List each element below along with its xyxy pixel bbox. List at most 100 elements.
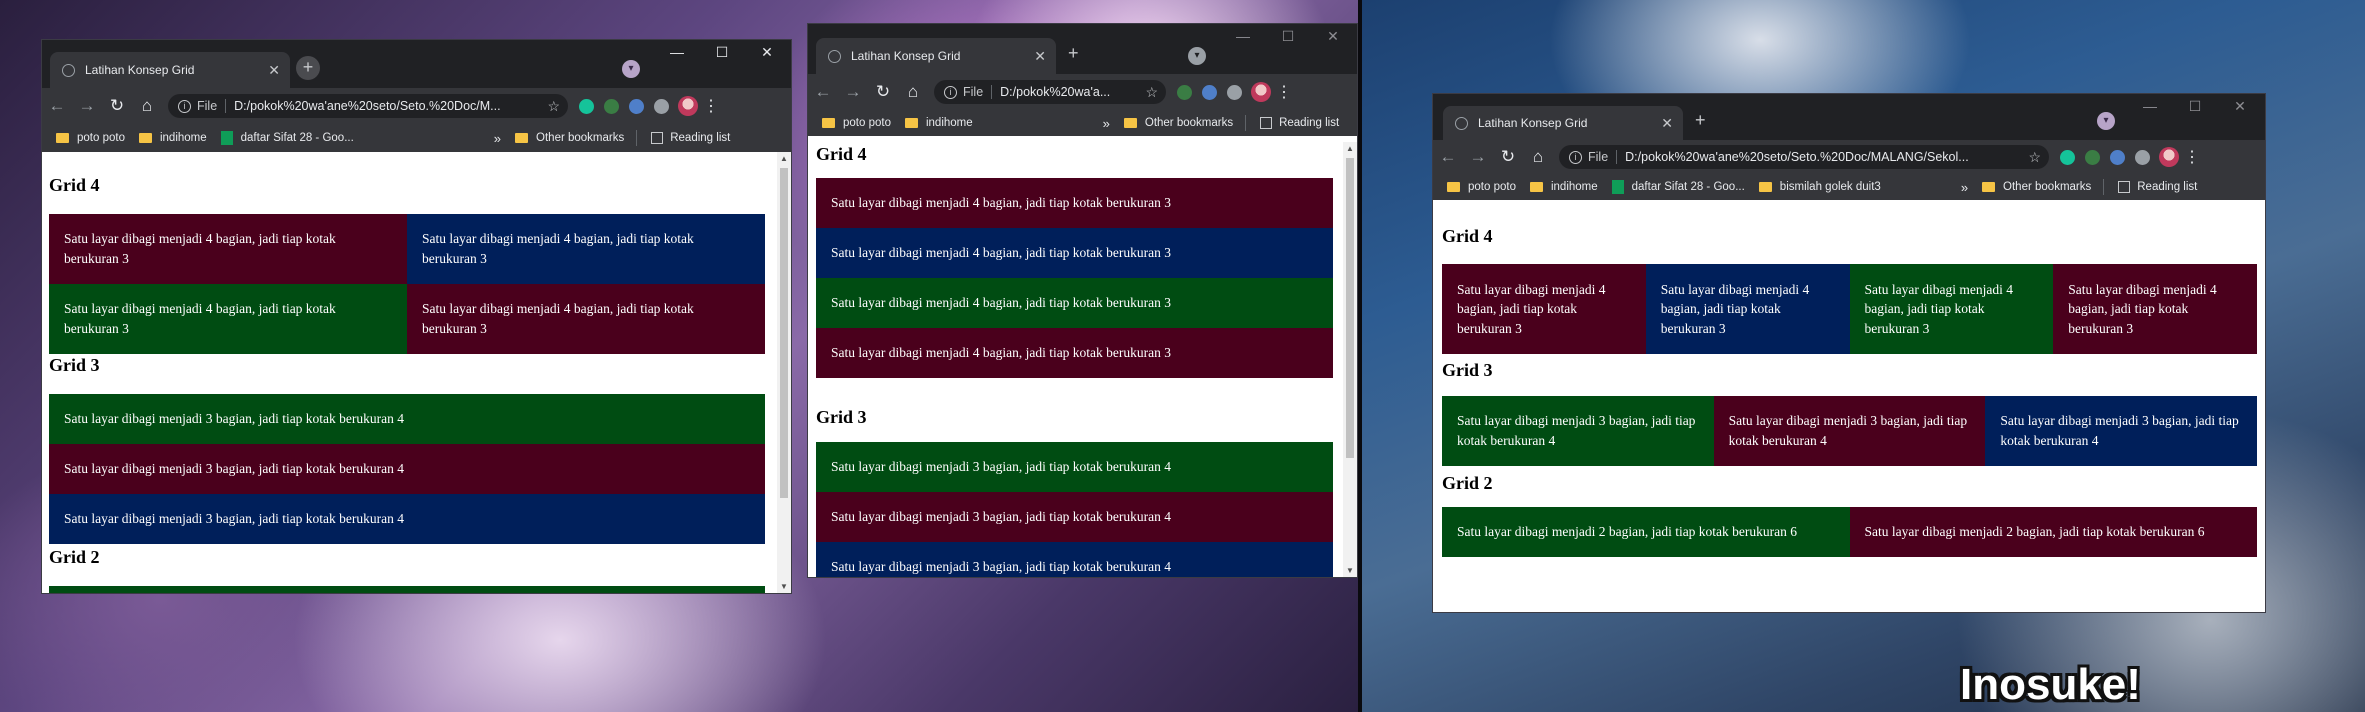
scroll-up-arrow-icon[interactable]: ▲ xyxy=(777,154,791,163)
puzzle-extensions-icon[interactable] xyxy=(654,98,669,114)
back-arrow-icon[interactable]: ← xyxy=(1433,147,1463,167)
maximize-button[interactable]: ☐ xyxy=(1273,28,1303,45)
title-bar[interactable]: Latihan Konsep Grid ✕ + ▾ — ☐ ✕ xyxy=(808,24,1357,74)
reload-icon[interactable]: ↻ xyxy=(1493,147,1523,167)
vertical-scrollbar[interactable]: ▲ ▼ xyxy=(1343,142,1357,577)
bookmark-poto-poto[interactable]: poto poto xyxy=(56,132,125,144)
tab-search-icon[interactable]: ▾ xyxy=(622,60,640,78)
scrollbar-thumb[interactable] xyxy=(780,168,788,498)
profile-avatar[interactable] xyxy=(678,96,698,116)
bookmark-star-icon[interactable]: ☆ xyxy=(547,98,560,115)
extension-icon[interactable] xyxy=(1177,84,1192,100)
new-tab-button[interactable]: + xyxy=(1695,110,1706,131)
sheets-icon xyxy=(220,131,233,145)
bookmark-poto-poto[interactable]: poto poto xyxy=(1447,181,1516,193)
close-tab-icon[interactable]: ✕ xyxy=(268,62,280,79)
bookmark-star-icon[interactable]: ☆ xyxy=(1145,84,1158,101)
title-bar[interactable]: Latihan Konsep Grid ✕ + ▾ — ☐ ✕ xyxy=(1433,94,2265,140)
bookmark-bismilah[interactable]: bismilah golek duit3 xyxy=(1758,181,1881,193)
minimize-button[interactable]: — xyxy=(1228,28,1258,44)
scroll-down-arrow-icon[interactable]: ▼ xyxy=(1343,566,1357,575)
close-window-button[interactable]: ✕ xyxy=(1318,28,1348,45)
forward-arrow-icon[interactable]: → xyxy=(838,82,868,102)
scroll-down-arrow-icon[interactable]: ▼ xyxy=(777,582,791,591)
reading-list[interactable]: Reading list xyxy=(1260,117,1339,129)
more-bookmarks-chevron-icon[interactable]: » xyxy=(1961,180,1968,195)
extension-icon[interactable] xyxy=(2110,149,2125,165)
new-tab-button[interactable]: + xyxy=(296,56,320,80)
forward-arrow-icon[interactable]: → xyxy=(72,96,102,116)
extension-icon[interactable] xyxy=(2085,149,2100,165)
back-arrow-icon[interactable]: ← xyxy=(42,96,72,116)
close-window-button[interactable]: ✕ xyxy=(752,44,782,61)
home-icon[interactable]: ⌂ xyxy=(1523,147,1553,167)
title-bar[interactable]: Latihan Konsep Grid ✕ + ▾ — ☐ ✕ xyxy=(42,40,791,88)
tab-active[interactable]: Latihan Konsep Grid ✕ xyxy=(50,52,290,88)
forward-arrow-icon[interactable]: → xyxy=(1463,147,1493,167)
reload-icon[interactable]: ↻ xyxy=(102,96,132,116)
folder-icon xyxy=(1529,182,1543,192)
bookmark-daftar-sifat[interactable]: daftar Sifat 28 - Goo... xyxy=(220,131,354,145)
more-bookmarks-chevron-icon[interactable]: » xyxy=(1103,116,1110,131)
extension-icon[interactable] xyxy=(629,98,644,114)
info-icon[interactable]: i xyxy=(1569,150,1582,164)
back-arrow-icon[interactable]: ← xyxy=(808,82,838,102)
info-icon[interactable]: i xyxy=(944,85,957,99)
scroll-up-arrow-icon[interactable]: ▲ xyxy=(1343,144,1357,153)
grid-item: Satu layar dibagi menjadi 4 bagian, jadi… xyxy=(49,214,407,284)
bookmark-other[interactable]: Other bookmarks xyxy=(515,132,624,144)
bookmark-other[interactable]: Other bookmarks xyxy=(1982,181,2091,193)
bookmark-poto-poto[interactable]: poto poto xyxy=(822,117,891,129)
puzzle-extensions-icon[interactable] xyxy=(2135,149,2150,165)
grid-item: Satu layar dibagi menjadi 4 bagian, jadi… xyxy=(816,228,1333,278)
menu-kebab-icon[interactable]: ⋮ xyxy=(1275,82,1293,102)
extension-icon[interactable] xyxy=(1202,84,1217,100)
reading-list[interactable]: Reading list xyxy=(2118,181,2197,193)
tab-active[interactable]: Latihan Konsep Grid ✕ xyxy=(1443,106,1683,140)
new-tab-button[interactable]: + xyxy=(1068,43,1079,64)
folder-icon xyxy=(1758,182,1772,192)
grid-item: Satu layar dibagi menjadi 4 bagian, jadi… xyxy=(407,214,765,284)
profile-avatar[interactable] xyxy=(2159,147,2179,167)
close-tab-icon[interactable]: ✕ xyxy=(1034,48,1046,65)
page-viewport: Grid 4 Satu layar dibagi menjadi 4 bagia… xyxy=(808,142,1357,577)
bookmark-other[interactable]: Other bookmarks xyxy=(1123,117,1233,129)
tab-search-icon[interactable]: ▾ xyxy=(1188,47,1206,65)
info-icon[interactable]: i xyxy=(178,99,191,113)
bookmark-daftar-sifat[interactable]: daftar Sifat 28 - Goo... xyxy=(1611,180,1745,194)
close-window-button[interactable]: ✕ xyxy=(2225,98,2255,115)
minimize-button[interactable]: — xyxy=(662,44,692,60)
grid-item: Satu layar dibagi menjadi 3 bagian, jadi… xyxy=(49,444,765,494)
heading-grid-4: Grid 4 xyxy=(816,144,867,164)
bookmark-indihome[interactable]: indihome xyxy=(1529,181,1598,193)
tab-title: Latihan Konsep Grid xyxy=(85,63,195,77)
maximize-button[interactable]: ☐ xyxy=(2180,98,2210,115)
menu-kebab-icon[interactable]: ⋮ xyxy=(2183,147,2201,167)
globe-icon xyxy=(828,49,841,63)
bookmark-indihome[interactable]: indihome xyxy=(138,132,207,144)
minimize-button[interactable]: — xyxy=(2135,98,2165,114)
menu-kebab-icon[interactable]: ⋮ xyxy=(702,96,720,116)
tab-search-icon[interactable]: ▾ xyxy=(2097,112,2115,130)
grammarly-extension-icon[interactable] xyxy=(579,98,594,114)
home-icon[interactable]: ⌂ xyxy=(898,82,928,102)
grammarly-extension-icon[interactable] xyxy=(2060,149,2075,165)
vertical-scrollbar[interactable]: ▲ ▼ xyxy=(777,152,791,593)
reading-list[interactable]: Reading list xyxy=(651,132,730,144)
profile-avatar[interactable] xyxy=(1251,82,1271,102)
bookmark-indihome[interactable]: indihome xyxy=(904,117,973,129)
extension-icon[interactable] xyxy=(604,98,619,114)
address-bar[interactable]: i File D:/pokok%20wa'ane%20seto/Seto.%20… xyxy=(168,94,568,118)
close-tab-icon[interactable]: ✕ xyxy=(1661,115,1673,132)
home-icon[interactable]: ⌂ xyxy=(132,96,162,116)
maximize-button[interactable]: ☐ xyxy=(707,44,737,61)
reload-icon[interactable]: ↻ xyxy=(868,82,898,102)
page-viewport: Grid 4 Satu layar dibagi menjadi 4 bagia… xyxy=(1433,208,2265,612)
address-bar[interactable]: i File D:/pokok%20wa'ane%20seto/Seto.%20… xyxy=(1559,145,2049,169)
more-bookmarks-chevron-icon[interactable]: » xyxy=(494,131,501,146)
scrollbar-thumb[interactable] xyxy=(1346,158,1354,458)
puzzle-extensions-icon[interactable] xyxy=(1227,84,1242,100)
tab-active[interactable]: Latihan Konsep Grid ✕ xyxy=(816,38,1056,74)
bookmark-star-icon[interactable]: ☆ xyxy=(2028,149,2041,166)
address-bar[interactable]: i File D:/pokok%20wa'a... ☆ xyxy=(934,80,1166,104)
